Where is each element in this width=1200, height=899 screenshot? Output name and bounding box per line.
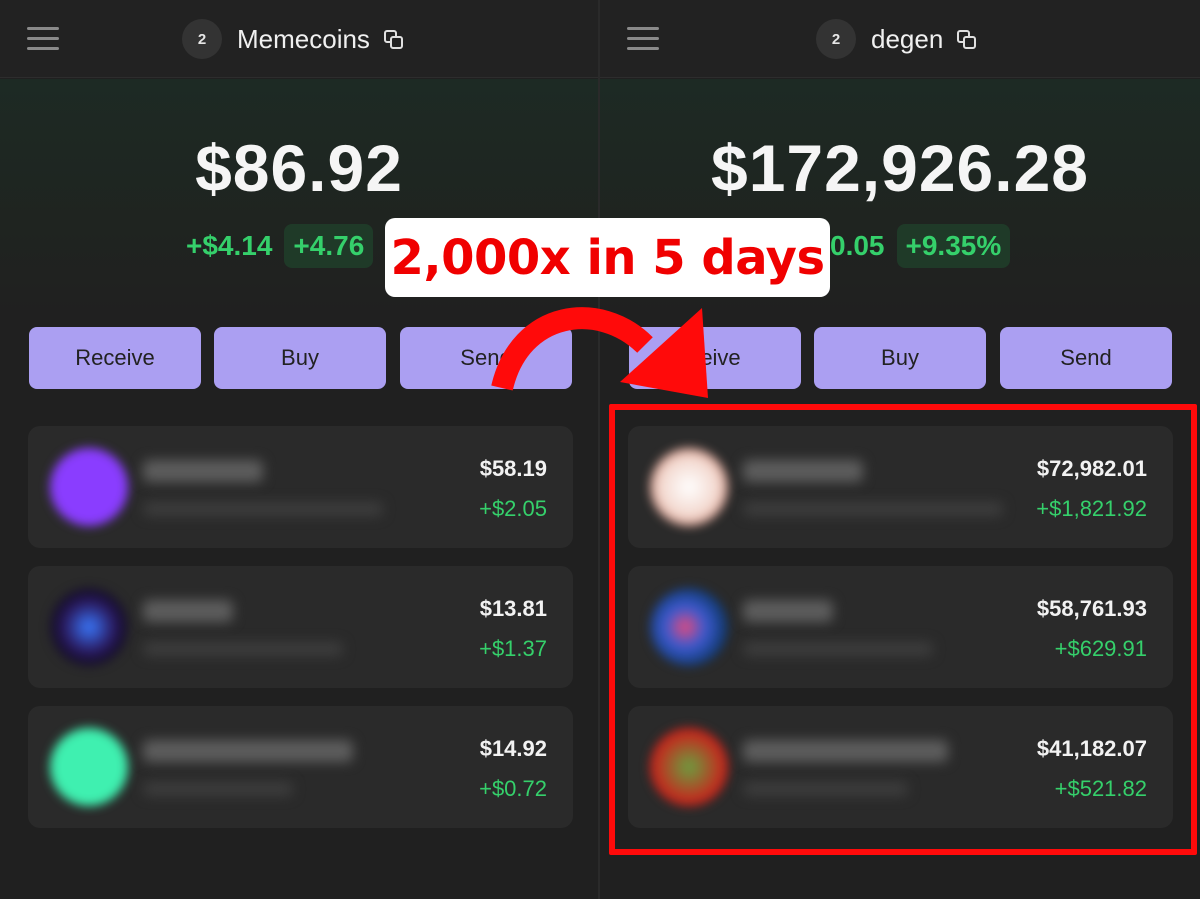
token-name-blurred	[143, 460, 263, 482]
copy-icon[interactable]	[382, 28, 404, 50]
hamburger-menu-icon[interactable]	[627, 26, 659, 52]
receive-button[interactable]: Receive	[29, 327, 201, 389]
wallet-topbar: 2 degen	[600, 0, 1200, 78]
token-avatar	[50, 728, 128, 806]
annotation-label: 2,000x in 5 days	[385, 218, 830, 297]
wallet-name: Memecoins	[237, 23, 370, 54]
copy-icon[interactable]	[955, 28, 977, 50]
token-subtitle-blurred	[143, 502, 383, 516]
token-value: $58.19	[479, 456, 547, 481]
change-amount: +$4.14	[186, 230, 273, 261]
token-subtitle-blurred	[143, 782, 293, 796]
send-button[interactable]: Send	[1000, 327, 1172, 389]
wallet-name: degen	[871, 23, 944, 54]
wallet-number-badge: 2	[182, 19, 222, 59]
total-balance: $86.92	[195, 131, 403, 205]
wallet-number-badge: 2	[816, 19, 856, 59]
wallet-selector[interactable]: 2 degen	[816, 19, 977, 59]
balance-change-row: 0.05 +9.35%	[830, 224, 1011, 268]
token-change: +$1.37	[479, 636, 547, 661]
total-balance: $172,926.28	[710, 131, 1090, 205]
token-row[interactable]: $13.81 +$1.37	[28, 566, 573, 688]
change-percent-badge: +9.35%	[896, 224, 1011, 268]
token-change: +$0.72	[479, 776, 547, 801]
token-row[interactable]: $58.19 +$2.05	[28, 426, 573, 548]
token-name-blurred	[143, 600, 233, 622]
token-value: $14.92	[479, 736, 547, 761]
token-avatar	[50, 448, 128, 526]
token-value: $13.81	[479, 596, 547, 621]
balance-change-row: +$4.14 +4.76	[186, 224, 374, 268]
wallet-topbar: 2 Memecoins	[0, 0, 598, 78]
token-change: +$2.05	[479, 496, 547, 521]
token-subtitle-blurred	[143, 642, 343, 656]
buy-button[interactable]: Buy	[214, 327, 386, 389]
change-amount: 0.05	[830, 230, 885, 261]
curved-arrow-icon	[491, 307, 708, 398]
hamburger-menu-icon[interactable]	[27, 26, 59, 52]
change-percent-badge: +4.76	[284, 224, 374, 268]
token-avatar	[50, 588, 128, 666]
wallet-panel-memecoins: 2 Memecoins $86.92 +$4.14 +4.76 Receive …	[0, 0, 600, 899]
buy-button[interactable]: Buy	[814, 327, 986, 389]
token-name-blurred	[143, 740, 353, 762]
wallet-selector[interactable]: 2 Memecoins	[182, 19, 404, 59]
token-row[interactable]: $14.92 +$0.72	[28, 706, 573, 828]
red-highlight-box	[609, 404, 1197, 855]
